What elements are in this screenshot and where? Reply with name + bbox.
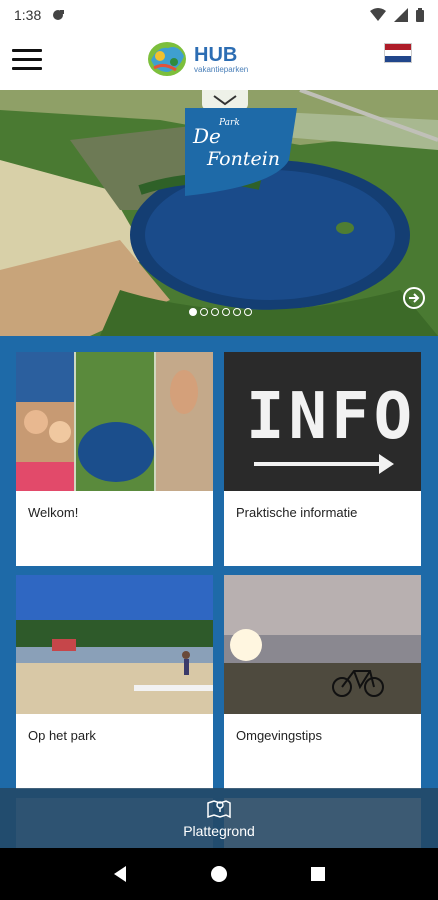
logo-mark-icon [148, 42, 186, 76]
plattegrond-button[interactable]: Plattegrond [0, 788, 438, 848]
notification-icon [53, 10, 65, 20]
badge-small-text: Park [219, 118, 240, 128]
info-image: INFO [224, 352, 421, 491]
back-triangle-icon [113, 866, 126, 882]
wifi-icon [370, 8, 386, 21]
card-label: Welkom! [28, 505, 79, 520]
back-button[interactable] [108, 862, 132, 886]
signal-icon [394, 8, 408, 22]
slide-dot[interactable] [200, 308, 208, 316]
card-label: Praktische informatie [236, 505, 358, 520]
card-praktische-informatie[interactable]: INFO Praktische informatie [224, 352, 421, 566]
hero-slider[interactable]: Park De Fontein [0, 90, 438, 336]
menu-icon-line [12, 66, 42, 70]
card-op-het-park[interactable]: Op het park [16, 575, 213, 789]
status-bar: 1:38 [0, 0, 438, 30]
slide-dot[interactable] [222, 308, 230, 316]
chevron-down-icon [213, 95, 237, 106]
battery-icon [416, 8, 424, 22]
welkom-image [16, 352, 213, 491]
sunset-image [224, 575, 421, 714]
home-button[interactable] [207, 862, 231, 886]
slide-indicator [189, 308, 252, 316]
badge-title-line1: De [193, 124, 221, 148]
slide-dot[interactable] [189, 308, 197, 316]
card-label: Omgevingstips [236, 728, 322, 743]
collapse-chevron-button[interactable] [202, 90, 248, 110]
slide-dot[interactable] [211, 308, 219, 316]
card-omgevingstips[interactable]: Omgevingstips [224, 575, 421, 789]
logo-subtext: vakantieparken [194, 64, 249, 74]
app-header: HUB vakantieparken [0, 30, 438, 90]
recents-button[interactable] [306, 862, 330, 886]
slide-dot[interactable] [244, 308, 252, 316]
language-flag-button[interactable] [384, 43, 412, 63]
badge-title-line2: Fontein [207, 148, 281, 170]
hub-logo: HUB vakantieparken [146, 40, 248, 78]
menu-icon-line [12, 57, 42, 61]
card-welkom[interactable]: Welkom! [16, 352, 213, 566]
info-arrow-icon [254, 454, 394, 474]
home-circle-icon [210, 866, 227, 882]
next-slide-button[interactable] [402, 286, 426, 310]
plattegrond-label: Plattegrond [183, 823, 255, 839]
park-badge: Park De Fontein [185, 108, 297, 196]
card-label: Op het park [28, 728, 96, 743]
menu-button[interactable] [12, 44, 46, 74]
system-navigation-bar [0, 848, 438, 900]
menu-icon-line [12, 48, 42, 52]
logo-text: HUB [194, 43, 238, 66]
tile-grid: Welkom! INFO Praktische informatie Op he… [0, 336, 438, 848]
arrow-right-circle-icon [403, 287, 425, 309]
beach-image [16, 575, 213, 714]
slide-dot[interactable] [233, 308, 241, 316]
recents-square-icon [311, 867, 326, 881]
map-icon [207, 800, 231, 819]
status-time: 1:38 [14, 7, 42, 23]
